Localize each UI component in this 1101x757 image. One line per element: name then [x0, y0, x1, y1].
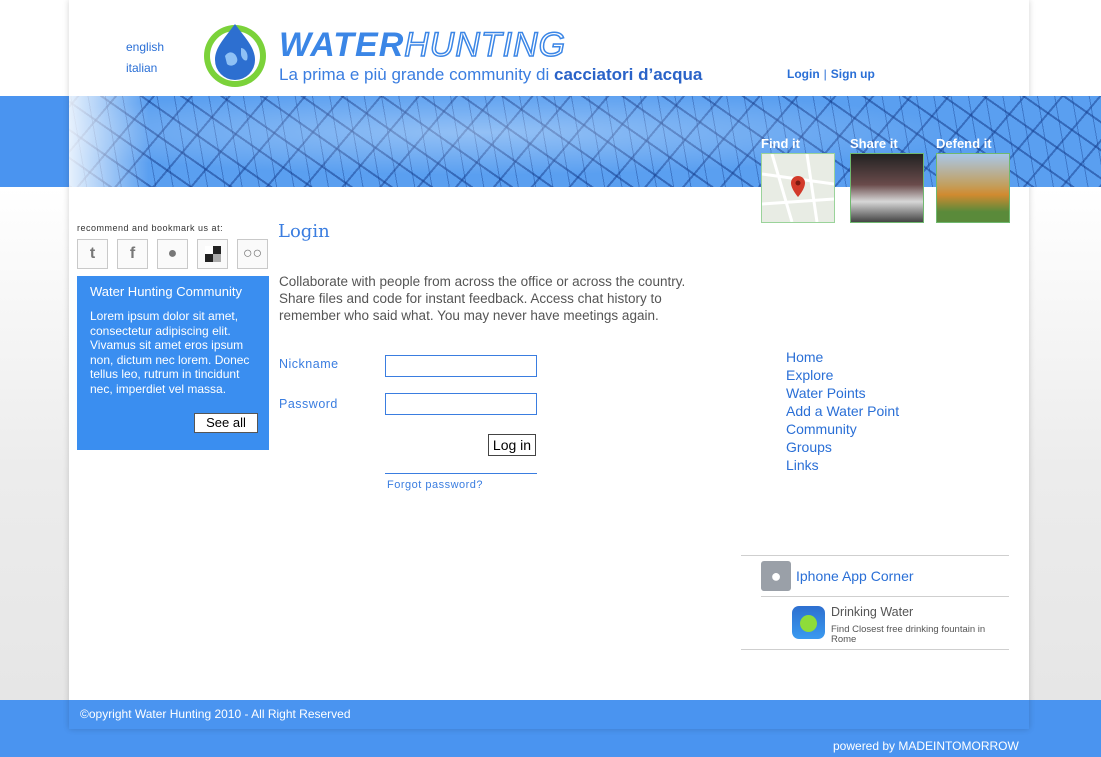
password-input[interactable]	[385, 393, 537, 415]
nickname-label: Nickname	[279, 357, 339, 371]
facebook-icon[interactable]: f	[117, 239, 148, 269]
password-label: Password	[279, 397, 338, 411]
logo-word-water: WATER	[279, 26, 405, 64]
nav-add-water-point-link[interactable]: Add a Water Point	[786, 403, 899, 419]
find-it-map-thumbnail[interactable]	[761, 153, 835, 223]
auth-separator: |	[823, 67, 827, 81]
language-italian-link[interactable]: italian	[126, 61, 157, 75]
delicious-squares	[204, 246, 221, 262]
nav-groups-link[interactable]: Groups	[786, 439, 832, 455]
twitter-icon[interactable]: t	[77, 239, 108, 269]
apple-icon: ●	[761, 561, 791, 591]
globe-drop-logo-icon	[204, 24, 266, 87]
share-it-water-thumbnail[interactable]	[850, 153, 924, 223]
banner-fade	[69, 96, 149, 187]
site-logo-wordmark[interactable]: WATERHUNTING	[279, 25, 567, 65]
login-intro-text: Collaborate with people from across the …	[279, 274, 686, 323]
iphone-app-corner-title[interactable]: Iphone App Corner	[796, 568, 914, 584]
iphone-mid-divider	[761, 596, 1009, 597]
language-english-link[interactable]: english	[126, 40, 164, 54]
tagline-bold: cacciatori d’acqua	[553, 65, 703, 84]
find-it-label: Find it	[761, 136, 800, 151]
login-link[interactable]: Login	[787, 67, 820, 81]
delicious-icon[interactable]	[197, 239, 228, 269]
iphone-top-divider	[741, 555, 1009, 556]
community-title: Water Hunting Community	[90, 284, 242, 299]
see-all-button[interactable]: See all	[194, 413, 258, 433]
share-it-label: Share it	[850, 136, 898, 151]
defend-it-pipe-thumbnail[interactable]	[936, 153, 1010, 223]
nav-water-points-link[interactable]: Water Points	[786, 385, 866, 401]
nav-explore-link[interactable]: Explore	[786, 367, 833, 383]
app-icon-dot	[800, 615, 817, 632]
logo-word-hunting: HUNTING	[404, 25, 567, 65]
drinking-water-app-icon[interactable]	[792, 606, 825, 639]
recommend-label: recommend and bookmark us at:	[77, 223, 224, 233]
login-title: Login	[278, 221, 330, 242]
signup-link[interactable]: Sign up	[831, 67, 875, 81]
powered-by-link[interactable]: powered by MADEINTOMORROW	[833, 739, 1019, 753]
defend-it-label: Defend it	[936, 136, 992, 151]
nav-community-link[interactable]: Community	[786, 421, 857, 437]
nickname-input[interactable]	[385, 355, 537, 377]
drinking-water-app-name[interactable]: Drinking Water	[831, 605, 913, 619]
community-text: Lorem ipsum dolor sit amet, consectetur …	[90, 309, 250, 396]
tagline-prefix: La prima e più grande community di	[279, 65, 554, 84]
drinking-water-app-description: Find Closest free drinking fountain in R…	[831, 624, 986, 645]
auth-links: Login | Sign up	[787, 67, 875, 81]
map-pin-icon	[761, 153, 835, 223]
iphone-bottom-divider	[741, 649, 1009, 650]
nav-home-link[interactable]: Home	[786, 349, 823, 365]
log-in-button[interactable]: Log in	[488, 434, 536, 456]
myspace-icon[interactable]: ●	[157, 239, 188, 269]
nav-links-link[interactable]: Links	[786, 457, 819, 473]
forgot-divider	[385, 473, 537, 474]
forgot-password-link[interactable]: Forgot password?	[387, 479, 483, 491]
chat-icon[interactable]: ○○	[237, 239, 268, 269]
community-box: Water Hunting Community Lorem ipsum dolo…	[77, 276, 269, 450]
site-tagline: La prima e più grande community di cacci…	[279, 65, 702, 85]
copyright-text: ©opyright Water Hunting 2010 - All Right…	[80, 707, 351, 721]
